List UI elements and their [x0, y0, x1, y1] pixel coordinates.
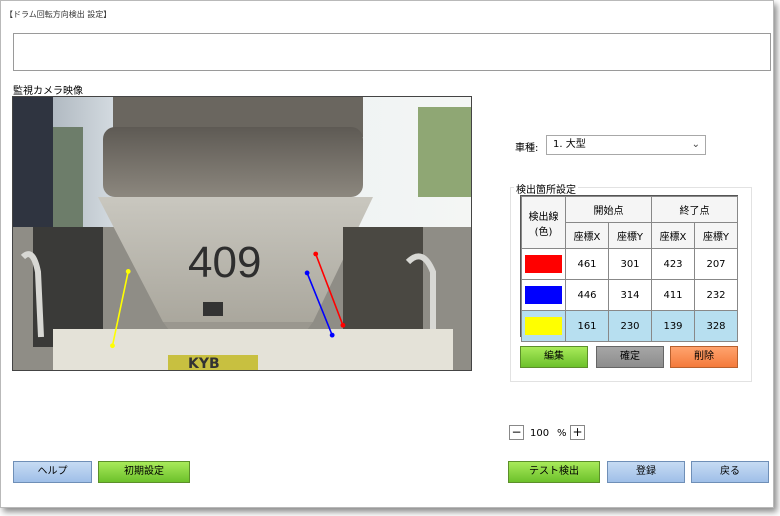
header-start: 開始点: [565, 196, 652, 223]
start-y-cell: 230: [608, 310, 652, 342]
window-title: 【ドラム回転方向検出 設定】: [5, 10, 112, 19]
start-point-handle[interactable]: [340, 322, 346, 328]
line-color-swatch: [525, 255, 562, 273]
end-x-cell: 411: [651, 279, 695, 311]
start-x-cell: 161: [565, 310, 609, 342]
vehicle-type-select[interactable]: 1. 大型 ⌄: [546, 135, 706, 155]
plate-text: 409: [188, 238, 261, 287]
end-y-cell: 328: [694, 310, 738, 342]
header-start-y: 座標Y: [608, 222, 652, 249]
table-row-selected[interactable]: 161 230 139 328: [521, 310, 738, 342]
start-y-cell: 314: [608, 279, 652, 311]
vehicle-type-value: 1. 大型: [553, 139, 586, 150]
table-row[interactable]: 461 301 423 207: [521, 248, 738, 280]
header-line-color: 検出線(色): [521, 196, 566, 249]
header-end-y: 座標Y: [694, 222, 738, 249]
zoom-value: 100: [530, 428, 550, 439]
zoom-in-button[interactable]: +: [570, 425, 585, 440]
back-button[interactable]: 戻る: [691, 461, 769, 483]
start-x-cell: 461: [565, 248, 609, 280]
end-point-handle[interactable]: [313, 251, 319, 257]
start-x-cell: 446: [565, 279, 609, 311]
detection-table: 検出線(色) 開始点 終了点 座標X 座標Y 座標X 座標Y 461 301 4…: [520, 195, 738, 342]
camera-view[interactable]: KYB 409: [12, 96, 472, 371]
detection-group-title: 検出箇所設定: [514, 181, 578, 196]
delete-button[interactable]: 削除: [670, 346, 738, 368]
zoom-unit: %: [557, 428, 567, 439]
brand-text: KYB: [188, 356, 220, 370]
test-detection-button[interactable]: テスト検出: [508, 461, 600, 483]
header-start-x: 座標X: [565, 222, 609, 249]
initial-settings-button[interactable]: 初期設定: [98, 461, 190, 483]
end-y-cell: 207: [694, 248, 738, 280]
line-color-swatch: [525, 317, 562, 335]
line-color-swatch: [525, 286, 562, 304]
message-box: [13, 33, 771, 71]
start-point-handle[interactable]: [125, 269, 131, 274]
chevron-down-icon: ⌄: [691, 139, 700, 150]
register-button[interactable]: 登録: [607, 461, 685, 483]
start-y-cell: 301: [608, 248, 652, 280]
help-button[interactable]: ヘルプ: [13, 461, 92, 483]
header-end: 終了点: [651, 196, 738, 223]
settings-window: 【ドラム回転方向検出 設定】 監視カメラ映像 KYB 409 車種: 1. 大型…: [0, 0, 774, 508]
end-y-cell: 232: [694, 279, 738, 311]
vehicle-type-label: 車種:: [515, 143, 539, 154]
camera-image: KYB 409: [13, 97, 471, 370]
end-point-handle[interactable]: [110, 343, 115, 349]
end-x-cell: 139: [651, 310, 695, 342]
zoom-out-button[interactable]: −: [509, 425, 524, 440]
header-end-x: 座標X: [651, 222, 695, 249]
table-row[interactable]: 446 314 411 232: [521, 279, 738, 311]
camera-label: 監視カメラ映像: [13, 86, 83, 97]
start-point-handle[interactable]: [329, 332, 335, 338]
confirm-button[interactable]: 確定: [596, 346, 664, 368]
end-point-handle[interactable]: [304, 270, 310, 276]
edit-button[interactable]: 編集: [520, 346, 588, 368]
end-x-cell: 423: [651, 248, 695, 280]
